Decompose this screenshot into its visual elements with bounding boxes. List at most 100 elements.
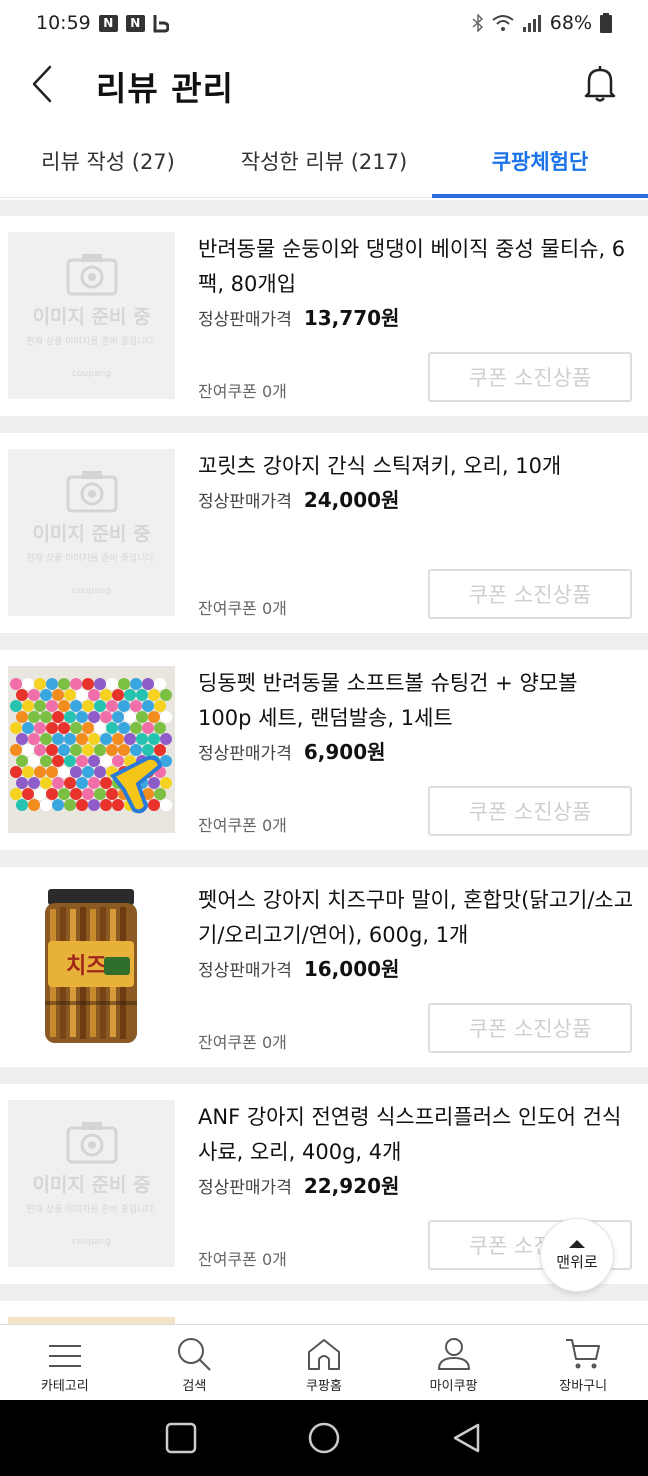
pompom-ball (148, 799, 160, 811)
price-value: 13,770원 (303, 306, 400, 330)
status-right: 68% (472, 12, 612, 34)
pompom-ball (58, 700, 70, 712)
pompom-ball (118, 700, 130, 712)
product-image-placeholder[interactable]: 이미지 준비 중 현재 상품 이미지를 준비 중입니다. coupang (8, 449, 175, 616)
price-value: 6,900원 (303, 740, 386, 764)
notification-badge-2: N (125, 14, 145, 32)
coupon-soldout-button[interactable]: 쿠폰 소진상품 (428, 352, 632, 402)
pompom-ball (70, 788, 82, 800)
pompom-ball (22, 766, 34, 778)
nav-my-coupang[interactable]: 마이쿠팡 (389, 1325, 519, 1400)
pompom-ball (94, 744, 106, 756)
pompom-ball (130, 744, 142, 756)
pompom-ball (22, 788, 34, 800)
pompom-ball (94, 766, 106, 778)
pompom-ball (82, 722, 94, 734)
review-tabs: 리뷰 작성 (27) 작성한 리뷰 (217) 쿠팡체험단 (0, 124, 648, 198)
recent-apps-button[interactable] (159, 1416, 203, 1460)
pompom-ball (64, 711, 76, 723)
pompom-ball (40, 733, 52, 745)
placeholder-subtext: 현재 상품 이미지를 준비 중입니다. (26, 554, 157, 564)
pompom-ball (70, 700, 82, 712)
pompom-ball (136, 733, 148, 745)
coupon-soldout-button[interactable]: 쿠폰 소진상품 (428, 786, 632, 836)
pompom-ball (64, 755, 76, 767)
product-image[interactable] (8, 666, 175, 833)
back-arrow-icon (32, 65, 52, 103)
pompom-ball (10, 788, 22, 800)
pompom-ball (88, 755, 100, 767)
pompom-ball (76, 799, 88, 811)
price-row: 정상판매가격 16,000원 (198, 953, 399, 982)
scroll-to-top-button[interactable]: 맨위로 (540, 1218, 614, 1292)
pompom-ball (70, 678, 82, 690)
pompom-ball (142, 744, 154, 756)
pompom-ball (154, 744, 166, 756)
nav-label: 마이쿠팡 (429, 1379, 478, 1394)
coupon-remaining: 잔여쿠폰 0개 (198, 816, 287, 835)
pompom-ball (88, 799, 100, 811)
product-image[interactable]: 치즈 (8, 883, 175, 1050)
pompom-ball (124, 733, 136, 745)
product-name[interactable]: 반려동물 순둥이와 댕댕이 베이직 중성 물티슈, 6팩, 80개입 (198, 232, 634, 302)
pompom-ball (52, 689, 64, 701)
pompom-ball (106, 788, 118, 800)
product-image-placeholder[interactable]: 이미지 준비 중 현재 상품 이미지를 준비 중입니다. coupang (8, 1100, 175, 1267)
pompom-ball (148, 689, 160, 701)
pompom-ball (58, 788, 70, 800)
product-name[interactable]: 펫어스 강아지 치즈구마 말이, 혼합맛(닭고기/소고기/오리고기/연어), 6… (198, 883, 634, 953)
system-navigation-bar (0, 1400, 648, 1476)
pompom-ball (148, 733, 160, 745)
pompom-ball (82, 766, 94, 778)
pompom-ball (40, 777, 52, 789)
nav-search[interactable]: 검색 (130, 1325, 260, 1400)
battery-percent: 68% (549, 12, 592, 34)
pompom-ball (46, 766, 58, 778)
product-name[interactable]: 딩동펫 반려동물 소프트볼 슈팅건 + 양모볼 100p 세트, 랜덤발송, 1… (198, 666, 634, 736)
tab-write-review[interactable]: 리뷰 작성 (27) (0, 124, 216, 197)
price-row: 정상판매가격 24,000원 (198, 484, 399, 513)
coupon-soldout-button[interactable]: 쿠폰 소진상품 (428, 569, 632, 619)
pompom-ball (58, 766, 70, 778)
pompom-ball (88, 689, 100, 701)
pompom-ball (130, 700, 142, 712)
pompom-ball (100, 799, 112, 811)
svg-text:치즈: 치즈 (66, 954, 106, 979)
product-name[interactable]: ANF 강아지 전연령 식스프리플러스 인도어 건식사료, 오리, 400g, … (198, 1100, 634, 1170)
home-system-button[interactable] (302, 1416, 346, 1460)
pompom-ball (106, 700, 118, 712)
notifications-button[interactable] (578, 62, 622, 106)
pompom-ball (52, 711, 64, 723)
product-image-placeholder[interactable]: 이미지 준비 중 현재 상품 이미지를 준비 중입니다. coupang (8, 232, 175, 399)
pompom-ball (94, 700, 106, 712)
price-row: 정상판매가격 22,920원 (198, 1170, 399, 1199)
pompom-ball (40, 799, 52, 811)
product-image[interactable] (8, 1317, 175, 1324)
pompom-ball (10, 744, 22, 756)
tab-written-reviews[interactable]: 작성한 리뷰 (217) (216, 124, 432, 197)
pompom-ball (16, 799, 28, 811)
pompom-ball (46, 744, 58, 756)
pompom-ball (76, 777, 88, 789)
list-item: 치즈 펫어스 강아지 치즈구마 말이, 혼합맛(닭고기/소고기/오리고기/연어)… (0, 867, 648, 1067)
tab-experience-group[interactable]: 쿠팡체험단 (432, 124, 648, 198)
pompom-ball (142, 678, 154, 690)
pompom-ball (82, 700, 94, 712)
pompom-ball (82, 788, 94, 800)
product-name[interactable]: 꼬릿츠 강아지 간식 스틱져키, 오리, 10개 (198, 449, 634, 484)
back-triangle-icon (453, 1423, 479, 1453)
nav-category[interactable]: 카테고리 (0, 1325, 130, 1400)
back-button[interactable] (22, 64, 62, 104)
coupon-remaining: 잔여쿠폰 0개 (198, 382, 287, 401)
battery-icon (600, 13, 612, 33)
pompom-ball (10, 700, 22, 712)
pompom-ball (76, 711, 88, 723)
placeholder-text: 이미지 준비 중 (32, 1174, 151, 1196)
nav-home[interactable]: 쿠팡홈 (259, 1325, 389, 1400)
pompom-ball (10, 766, 22, 778)
pompom-ball (46, 788, 58, 800)
nav-cart[interactable]: 장바구니 (518, 1325, 648, 1400)
coupon-soldout-button[interactable]: 쿠폰 소진상품 (428, 1003, 632, 1053)
system-back-button[interactable] (445, 1416, 489, 1460)
product-list: 이미지 준비 중 현재 상품 이미지를 준비 중입니다. coupang 반려동… (0, 200, 648, 1324)
